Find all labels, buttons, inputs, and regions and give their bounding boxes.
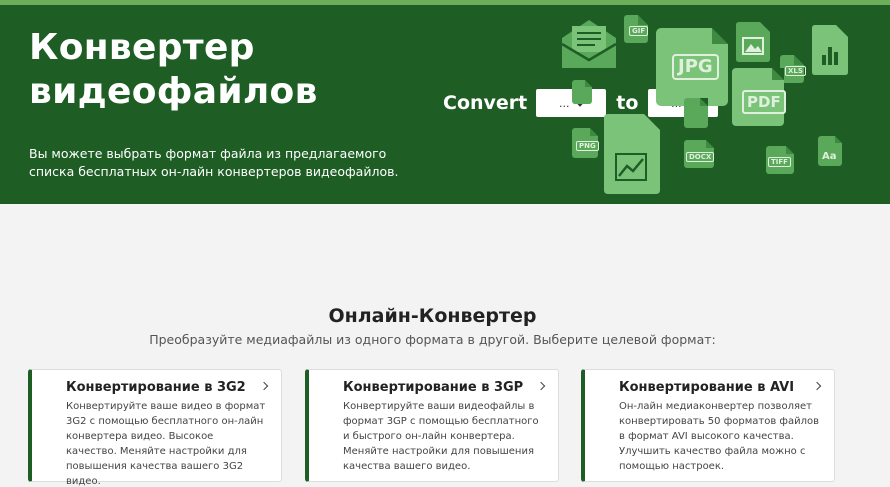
trend-chart-file-icon bbox=[604, 114, 660, 194]
font-tag: Aa bbox=[822, 151, 837, 162]
card-title: Конвертирование в 3GP bbox=[343, 380, 524, 395]
chevron-right-icon bbox=[812, 381, 822, 391]
page-title-line2: видеофайлов bbox=[29, 71, 318, 112]
xls-tag: XLS bbox=[785, 66, 806, 76]
card-title: Конвертирование в 3G2 bbox=[66, 380, 246, 395]
to-label: to bbox=[616, 92, 639, 114]
card-description: Он-лайн медиаконвертер позволяет конверт… bbox=[619, 401, 819, 472]
jpg-tag: JPG bbox=[672, 54, 719, 80]
png-tag: PNG bbox=[576, 141, 599, 151]
docx-tag: DOCX bbox=[686, 152, 715, 162]
page-title-line1: Конвертер bbox=[29, 27, 255, 68]
hero-banner: Конвертер видеофайлов Вы можете выбрать … bbox=[0, 0, 890, 204]
image-file-icon bbox=[736, 22, 770, 62]
hero-top-stripe bbox=[0, 0, 890, 5]
pdf-tag: PDF bbox=[742, 90, 786, 114]
section-subtitle: Преобразуйте медиафайлы из одного формат… bbox=[149, 332, 716, 347]
converter-card-avi[interactable]: Конвертирование в AVI Он-лайн медиаконве… bbox=[581, 369, 835, 482]
card-description: Конвертируйте ваши видеофайлы в формат 3… bbox=[343, 401, 539, 472]
converter-card-3gp[interactable]: Конвертирование в 3GP Конвертируйте ваши… bbox=[305, 369, 559, 482]
envelope-icon bbox=[561, 20, 617, 68]
gif-tag: GIF bbox=[629, 26, 649, 36]
chevron-right-icon bbox=[259, 381, 269, 391]
section-title: Онлайн-Конвертер bbox=[328, 305, 537, 327]
document-file-icon bbox=[684, 98, 708, 128]
document-file-icon bbox=[572, 80, 592, 104]
tiff-tag: TIFF bbox=[768, 157, 791, 167]
source-format-value: ... bbox=[559, 96, 570, 110]
page-title: Конвертер видеофайлов bbox=[29, 26, 318, 114]
chevron-right-icon bbox=[536, 381, 546, 391]
card-description: Конвертируйте ваше видео в формат 3G2 с … bbox=[66, 401, 266, 487]
converter-card-3g2[interactable]: Конвертирование в 3G2 Конвертируйте ваше… bbox=[28, 369, 282, 487]
card-title: Конвертирование в AVI bbox=[619, 380, 795, 395]
convert-label: Convert bbox=[443, 92, 528, 114]
hero-description: Вы можете выбрать формат файла из предла… bbox=[29, 146, 399, 179]
chart-file-icon bbox=[812, 25, 848, 75]
